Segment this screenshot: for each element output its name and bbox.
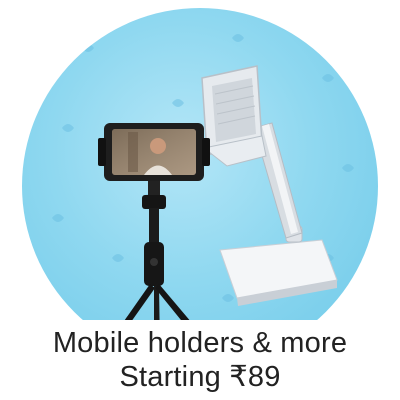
product-illustration bbox=[52, 34, 354, 348]
promo-caption: Mobile holders & more Starting ₹89 bbox=[0, 320, 400, 400]
selfie-tripod bbox=[98, 123, 210, 348]
hero-background bbox=[22, 8, 378, 364]
promo-price[interactable]: Starting ₹89 bbox=[0, 360, 400, 394]
promo-card[interactable]: Mobile holders & more Starting ₹89 bbox=[0, 0, 400, 400]
desk-stand bbox=[201, 65, 338, 306]
promo-title[interactable]: Mobile holders & more bbox=[0, 320, 400, 360]
